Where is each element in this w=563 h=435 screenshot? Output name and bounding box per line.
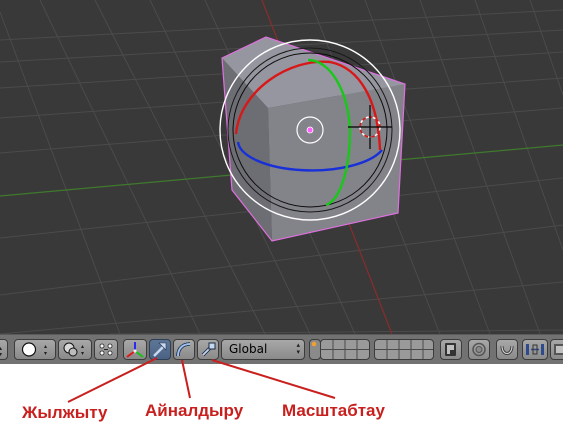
transform-orientation-value: Global (229, 342, 268, 356)
snap-target-icon[interactable] (522, 339, 548, 360)
lock-layers-icon[interactable] (440, 339, 462, 360)
svg-text:▾: ▾ (44, 350, 47, 357)
3d-view-header: ▴ ▾ ▴ ▾ ▴ ▾ Global ▴ ▾ (0, 334, 563, 364)
mode-dropdown-edge[interactable]: ▴ ▾ (0, 339, 8, 360)
translate-arrow-icon[interactable] (149, 339, 171, 360)
label-translate: Жылжыту (22, 403, 108, 422)
label-scale: Масштабтау (282, 401, 385, 420)
render-icon[interactable] (550, 339, 563, 360)
svg-text:▴: ▴ (44, 343, 47, 350)
sphere-shading-icon (21, 342, 37, 357)
svg-text:▾: ▾ (81, 350, 84, 357)
scale-icon[interactable] (197, 339, 219, 360)
transform-orientation-dropdown[interactable]: Global ▴ ▾ (221, 339, 305, 360)
layers-group-2[interactable] (374, 339, 434, 360)
pivot-point-dropdown[interactable]: ▴ ▾ (58, 339, 92, 360)
magnet-icon[interactable] (496, 339, 518, 360)
svg-text:▾: ▾ (0, 351, 2, 358)
viewport-canvas[interactable] (0, 0, 563, 334)
3d-viewport[interactable] (0, 0, 563, 334)
pivot-point-icon[interactable] (94, 339, 118, 360)
proportional-edit-icon[interactable] (468, 339, 490, 360)
manipulator-axes-icon[interactable] (123, 339, 147, 360)
blender-screen: ▴ ▾ ▴ ▾ ▴ ▾ Global ▴ ▾ Жылжыту Айналдыру… (0, 0, 563, 435)
dropdown-arrows-icon: ▴ ▾ (296, 341, 300, 356)
label-rotate: Айналдыру (145, 401, 244, 420)
layers-group-1[interactable] (320, 339, 370, 360)
viewport-shading-dropdown[interactable]: ▴ ▾ (14, 339, 56, 360)
rotate-arc-icon[interactable] (173, 339, 195, 360)
svg-text:▴: ▴ (81, 343, 84, 350)
